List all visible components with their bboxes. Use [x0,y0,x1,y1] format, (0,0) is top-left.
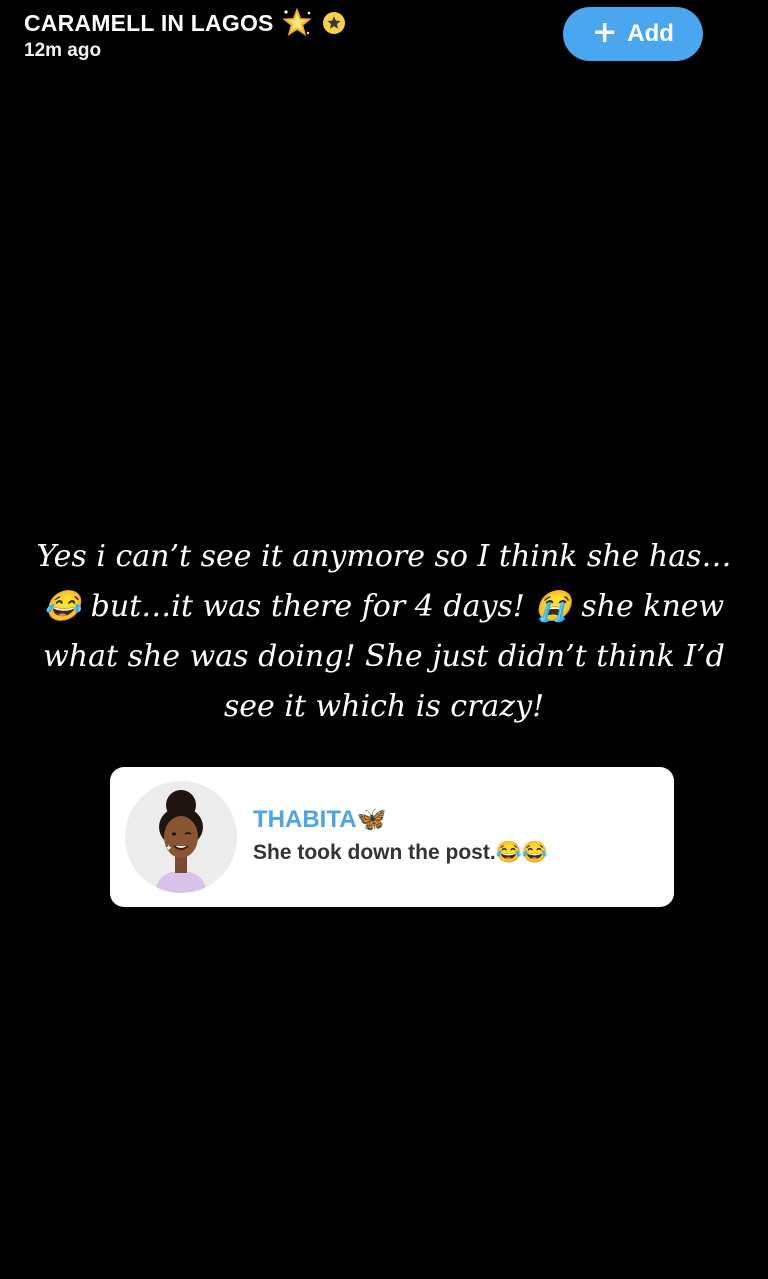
sparkle-star-icon [281,7,312,38]
star-badge-icon [322,11,346,35]
story-caption: Yes i can’t see it anymore so I think sh… [34,532,734,732]
plus-icon: + [592,14,618,50]
caption-line: see it which is crazy! [223,689,545,724]
title-row: CARAMELL IN LAGOS [24,7,544,38]
reply-author-label: THABITA🦋 [253,806,387,833]
reply-message-text: She took down the post.😂😂 [253,841,548,864]
caption-line: Yes i can’t see it anymore so I think sh… [36,539,732,574]
caption-line: 😂 but…it was there for 4 days! 😭 she kne… [43,589,725,624]
story-header: CARAMELL IN LAGOS 12m ago [24,7,544,62]
story-title[interactable]: CARAMELL IN LAGOS [24,10,274,37]
add-friend-button[interactable]: + Add [563,7,703,61]
quoted-reply-card[interactable]: ✦ THABITA🦋 She took down the post.😂😂 [110,767,674,907]
caption-line: what she was doing! She just didn’t thin… [43,639,725,674]
reply-author-name: THABITA🦋 [253,805,386,834]
add-button-label: Add [627,20,674,47]
story-timestamp: 12m ago [24,40,102,61]
svg-text:✦: ✦ [165,844,173,854]
bitmoji-avatar: ✦ [125,781,237,893]
